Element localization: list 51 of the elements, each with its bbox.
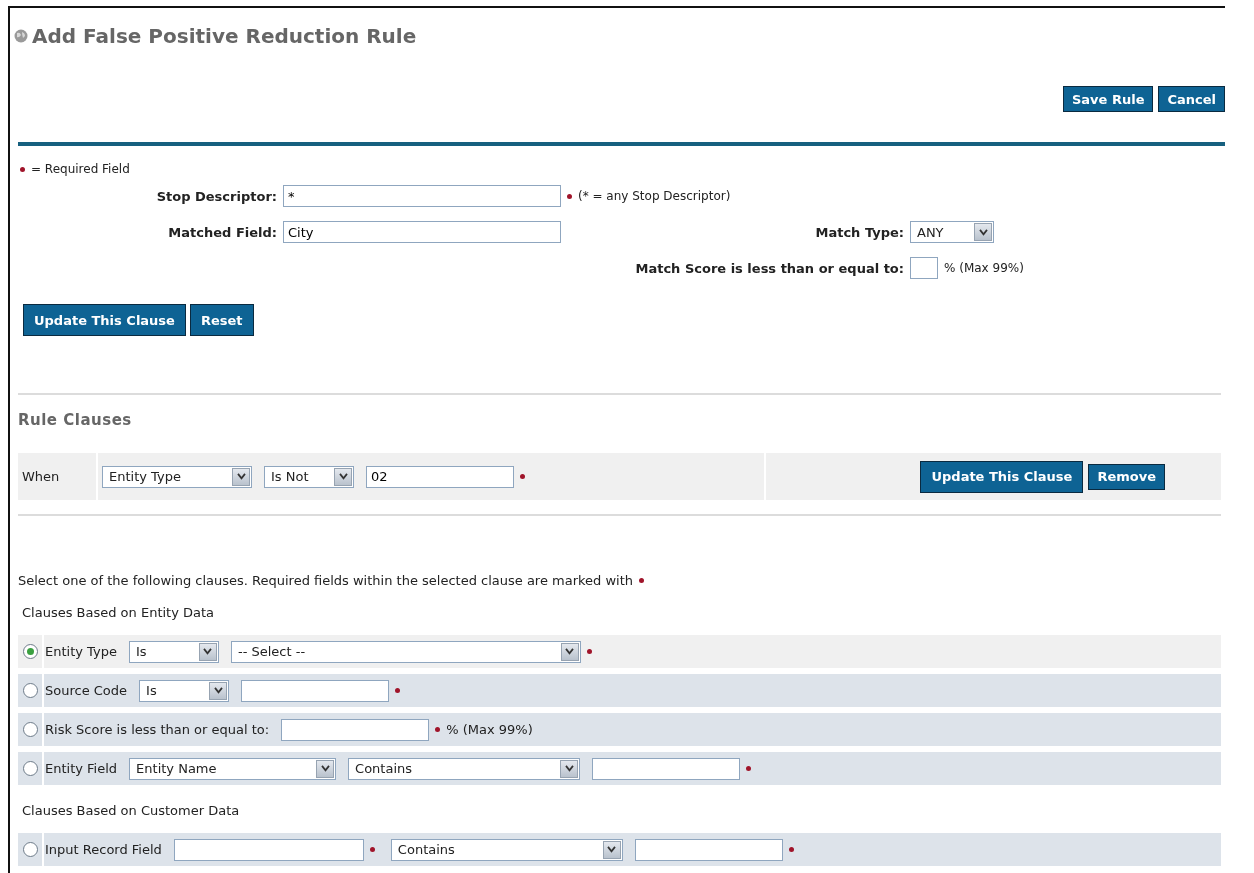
field-label: Match Score is less than or equal to:: [635, 260, 905, 276]
clause-label: Entity Type: [45, 644, 117, 659]
field-label: Stop Descriptor:: [156, 188, 278, 204]
operator-select[interactable]: Is Not: [264, 465, 354, 488]
operator-select[interactable]: Contains: [348, 757, 581, 780]
clause-label: Entity Field: [45, 761, 118, 776]
required-dot: [639, 577, 645, 583]
match-type-select[interactable]: ANY: [910, 221, 994, 243]
operator-select[interactable]: Contains: [390, 838, 623, 861]
instructions-text: Select one of the following clauses. Required fields within the selected clause are marked with: [18, 572, 634, 588]
field-hint: % (Max 99%): [446, 722, 533, 737]
required-note: = Required Field: [31, 162, 130, 176]
update-clause-button[interactable]: Update This Clause: [23, 304, 186, 336]
value-input[interactable]: 02: [366, 465, 514, 488]
field-select[interactable]: Entity Type: [102, 465, 252, 488]
radio-button[interactable]: [22, 842, 38, 857]
operator-select[interactable]: Is: [139, 679, 230, 702]
section-title: Rule Clauses: [18, 411, 133, 431]
radio-button[interactable]: [22, 683, 38, 698]
group-title: Clauses Based on Customer Data: [22, 803, 241, 820]
value-input[interactable]: [592, 757, 741, 780]
match-score-input[interactable]: [910, 257, 938, 279]
globe-icon: [14, 29, 28, 43]
stop-descriptor-field[interactable]: *: [283, 185, 561, 207]
save-rule-button[interactable]: Save Rule: [1062, 86, 1154, 112]
when-label: When: [22, 469, 60, 484]
field-label: Match Type:: [815, 224, 905, 240]
field-label: Matched Field:: [168, 224, 278, 240]
cancel-button[interactable]: Cancel: [1158, 86, 1225, 112]
update-clause-button[interactable]: Update This Clause: [920, 460, 1084, 493]
value-input[interactable]: [241, 679, 390, 702]
clause-label: Source Code: [45, 683, 128, 698]
value-select[interactable]: -- Select --: [230, 640, 581, 663]
value-input[interactable]: [634, 838, 783, 861]
value-input[interactable]: [281, 718, 430, 741]
field-select[interactable]: Entity Name: [129, 757, 337, 780]
required-dot: [20, 166, 25, 172]
field-input[interactable]: [173, 838, 364, 861]
radio-button[interactable]: [22, 722, 38, 737]
clause-label: Input Record Field: [45, 842, 162, 857]
reset-button[interactable]: Reset: [189, 304, 254, 336]
field-hint: % (Max 99%): [944, 261, 1024, 275]
group-title: Clauses Based on Entity Data: [22, 605, 216, 622]
page-title: Add False Positive Reduction Rule: [32, 24, 417, 48]
field-hint: (* = any Stop Descriptor): [578, 189, 731, 203]
radio-button[interactable]: [22, 644, 38, 659]
operator-select[interactable]: Is: [128, 640, 219, 663]
matched-field-input[interactable]: City: [283, 221, 561, 243]
clause-label: Risk Score is less than or equal to:: [45, 722, 270, 737]
radio-button[interactable]: [22, 761, 38, 776]
remove-button[interactable]: Remove: [1088, 463, 1165, 490]
